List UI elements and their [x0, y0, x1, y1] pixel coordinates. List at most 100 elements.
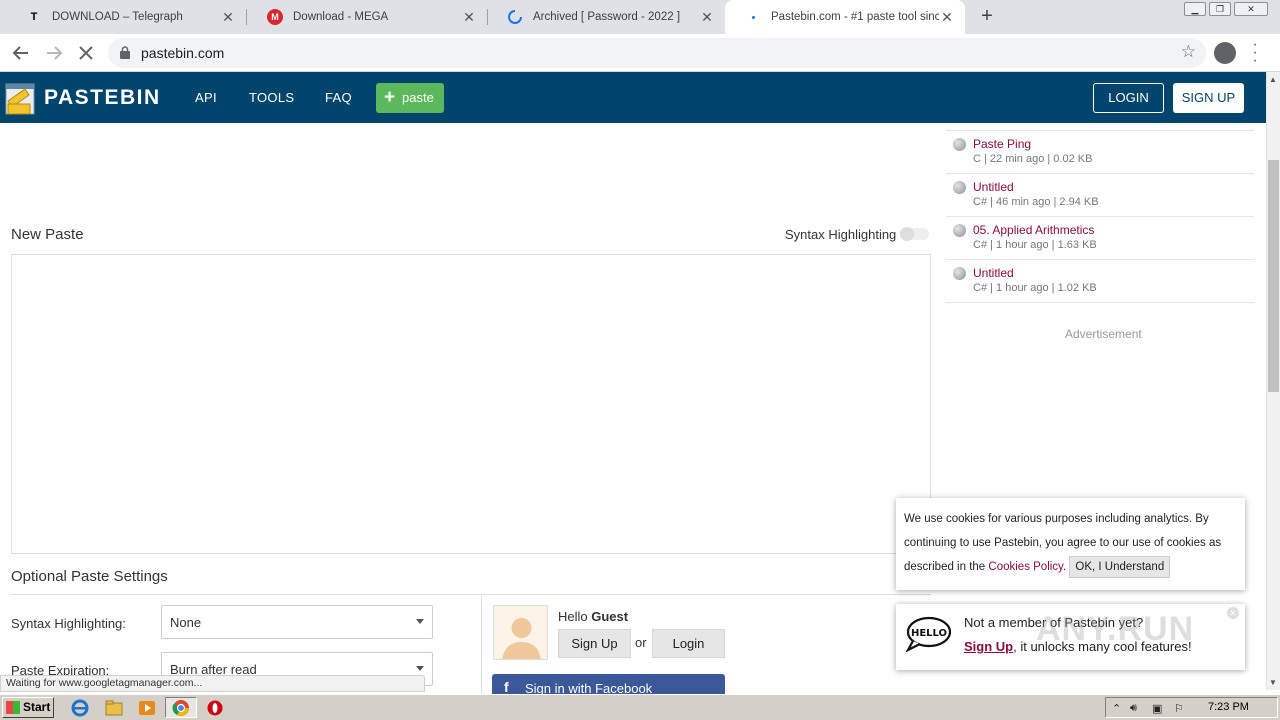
- cookie-accept-button[interactable]: OK, I Understand: [1069, 555, 1171, 578]
- globe-icon: [953, 224, 966, 237]
- url-text: pastebin.com: [141, 45, 225, 61]
- dropdown-caret-icon: [416, 666, 424, 671]
- loading-spinner-icon: [507, 9, 523, 25]
- list-item[interactable]: 05. Applied Arithmetics C# | 1 hour ago …: [946, 217, 1254, 260]
- guest-name: Guest: [591, 609, 629, 624]
- profile-avatar-icon[interactable]: [1214, 42, 1236, 64]
- guest-avatar-icon: [493, 605, 548, 660]
- scrollbar-thumb[interactable]: [1268, 160, 1279, 392]
- nav-tools[interactable]: TOOLS: [249, 90, 294, 105]
- paste-title-link[interactable]: Paste Ping: [973, 137, 1031, 151]
- close-tab-icon[interactable]: ✕: [461, 9, 477, 26]
- windows-logo-icon: [6, 701, 20, 714]
- action-center-flag-icon[interactable]: ⚐: [1174, 702, 1184, 715]
- tab-title: Pastebin.com - #1 paste tool since 2: [771, 11, 939, 23]
- paste-title-link[interactable]: Untitled: [973, 266, 1014, 280]
- guest-login-button[interactable]: Login: [652, 629, 725, 658]
- new-paste-title: New Paste: [11, 226, 84, 243]
- promo-signup-link[interactable]: Sign Up: [964, 639, 1013, 654]
- network-icon[interactable]: ▣: [1152, 702, 1162, 715]
- close-tab-icon[interactable]: ✕: [939, 9, 955, 26]
- paste-textarea[interactable]: [11, 254, 931, 554]
- tab-mega[interactable]: M Download - MEGA ✕: [247, 0, 487, 34]
- divider: [11, 594, 931, 595]
- chrome-icon: [172, 700, 190, 717]
- taskbar-clock[interactable]: 7:23 PM: [1208, 701, 1249, 713]
- tab-title: Archived [ Password - 2022 ]: [533, 11, 681, 23]
- guest-signup-button[interactable]: Sign Up: [558, 629, 631, 658]
- show-hidden-icons-icon[interactable]: ⌃: [1112, 702, 1121, 715]
- hello-guest: Hello Guest: [558, 609, 628, 624]
- pastebin-favicon-icon: [745, 9, 761, 25]
- pastebin-logo-icon[interactable]: [3, 78, 38, 116]
- divider: [481, 596, 482, 696]
- list-item[interactable]: Untitled C# | 46 min ago | 2.94 KB: [946, 174, 1254, 217]
- back-icon[interactable]: [8, 40, 34, 66]
- menu-kebab-icon[interactable]: · · ·: [1250, 37, 1260, 69]
- nav-faq[interactable]: FAQ: [325, 90, 352, 105]
- tab-telegraph[interactable]: T DOWNLOAD – Telegraph ✕: [6, 0, 246, 34]
- minimize-window-icon[interactable]: ▁: [1184, 2, 1206, 16]
- advertisement-label: Advertisement: [1065, 327, 1142, 341]
- new-tab-icon[interactable]: +: [975, 4, 999, 28]
- bookmark-star-icon[interactable]: ☆: [1181, 42, 1196, 62]
- paste-button-label: paste: [402, 90, 434, 105]
- paste-meta: C | 22 min ago | 0.02 KB: [973, 153, 1093, 165]
- paste-title-link[interactable]: Untitled: [973, 180, 1014, 194]
- syntax-select[interactable]: None: [161, 605, 433, 639]
- syntax-toggle-label: Syntax Highlighting: [785, 227, 897, 242]
- address-bar[interactable]: pastebin.com ☆: [108, 38, 1206, 68]
- scroll-up-icon[interactable]: ▲: [1269, 75, 1277, 84]
- tab-archived[interactable]: Archived [ Password - 2022 ] ✕: [487, 0, 725, 34]
- volume-icon[interactable]: 🔊︎: [1130, 702, 1137, 715]
- tab-pastebin[interactable]: Pastebin.com - #1 paste tool since 2 ✕: [725, 0, 965, 34]
- start-label: Start: [23, 700, 51, 714]
- paste-meta: C# | 1 hour ago | 1.63 KB: [973, 239, 1097, 251]
- internet-explorer-icon[interactable]: [70, 698, 90, 718]
- close-promo-icon[interactable]: ✕: [1227, 607, 1239, 619]
- cookies-policy-link[interactable]: Cookies Policy: [988, 561, 1063, 573]
- vertical-scrollbar[interactable]: ▲ ▼: [1266, 72, 1280, 690]
- close-window-icon[interactable]: ✕: [1234, 2, 1268, 16]
- optional-settings-title: Optional Paste Settings: [11, 568, 168, 585]
- system-tray: ⌃ 🔊︎ ▣ ⚐: [1105, 697, 1278, 718]
- chrome-taskbar-button[interactable]: [165, 697, 197, 718]
- list-item: [946, 88, 1254, 131]
- taskbar: Start ⌃ 🔊︎ ▣ ⚐ 7:23 PM: [0, 694, 1280, 720]
- stop-loading-icon[interactable]: [73, 40, 99, 66]
- facebook-icon: f: [504, 679, 509, 695]
- scroll-down-icon[interactable]: ▼: [1269, 678, 1277, 687]
- browser-tabstrip: T DOWNLOAD – Telegraph ✕ M Download - ME…: [0, 0, 1280, 34]
- opera-icon[interactable]: [205, 698, 225, 718]
- forward-icon[interactable]: [41, 40, 67, 66]
- syntax-field-label: Syntax Highlighting:: [11, 616, 126, 631]
- telegraph-favicon-icon: T: [30, 11, 38, 23]
- hello-text: Hello: [558, 609, 588, 624]
- restore-window-icon[interactable]: ❐: [1209, 2, 1231, 16]
- start-button[interactable]: Start: [2, 697, 54, 718]
- mega-favicon-icon: M: [267, 9, 283, 25]
- list-item[interactable]: Paste Ping C | 22 min ago | 0.02 KB: [946, 131, 1254, 174]
- cookie-text-end: .: [1062, 561, 1067, 573]
- hello-bubble-icon: HELLO: [905, 616, 951, 652]
- or-text: or: [635, 635, 647, 650]
- close-tab-icon[interactable]: ✕: [699, 9, 715, 26]
- list-item[interactable]: Untitled C# | 1 hour ago | 1.02 KB: [946, 260, 1254, 303]
- syntax-highlighting-toggle[interactable]: [900, 227, 929, 241]
- watermark-text: ANY.RUN: [1036, 610, 1195, 648]
- lock-icon: [120, 46, 130, 59]
- dropdown-caret-icon: [416, 619, 424, 624]
- paste-meta: C# | 46 min ago | 2.94 KB: [973, 196, 1099, 208]
- file-explorer-icon[interactable]: [104, 698, 124, 718]
- toggle-knob: [900, 227, 914, 241]
- globe-icon: [953, 267, 966, 280]
- new-paste-button[interactable]: + paste: [376, 83, 444, 113]
- status-bubble: Waiting for www.googletagmanager.com...: [0, 675, 425, 692]
- media-player-icon[interactable]: [137, 698, 157, 718]
- brand-name[interactable]: PASTEBIN: [44, 86, 161, 110]
- close-tab-icon[interactable]: ✕: [220, 9, 236, 26]
- nav-api[interactable]: API: [195, 90, 217, 105]
- paste-title-link[interactable]: 05. Applied Arithmetics: [973, 223, 1094, 237]
- hello-bubble-text: HELLO: [911, 628, 947, 639]
- globe-icon: [953, 138, 966, 151]
